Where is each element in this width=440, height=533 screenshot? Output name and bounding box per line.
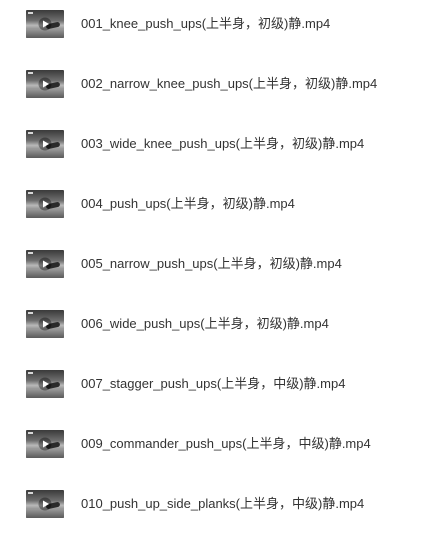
play-icon — [38, 137, 52, 151]
thumbnail-corner-mark — [28, 12, 33, 14]
file-name: 007_stagger_push_ups(上半身，中级)静.mp4 — [81, 376, 346, 391]
play-icon — [38, 197, 52, 211]
thumbnail-corner-mark — [28, 372, 33, 374]
file-row[interactable]: 002_narrow_knee_push_ups(上半身，初级)静.mp4 — [0, 64, 440, 104]
play-icon — [38, 17, 52, 31]
play-icon — [38, 317, 52, 331]
file-row[interactable]: 006_wide_push_ups(上半身，初级)静.mp4 — [0, 304, 440, 344]
file-row[interactable]: 007_stagger_push_ups(上半身，中级)静.mp4 — [0, 364, 440, 404]
thumbnail-corner-mark — [28, 492, 33, 494]
video-thumbnail-icon — [26, 190, 64, 218]
video-thumbnail-icon — [26, 370, 64, 398]
file-row[interactable]: 009_commander_push_ups(上半身，中级)静.mp4 — [0, 424, 440, 464]
file-row[interactable]: 010_push_up_side_planks(上半身，中级)静.mp4 — [0, 484, 440, 524]
file-name: 005_narrow_push_ups(上半身，初级)静.mp4 — [81, 256, 342, 271]
play-icon — [38, 77, 52, 91]
file-row[interactable]: 001_knee_push_ups(上半身，初级)静.mp4 — [0, 4, 440, 44]
play-icon — [38, 377, 52, 391]
thumbnail-corner-mark — [28, 72, 33, 74]
video-thumbnail-icon — [26, 70, 64, 98]
video-thumbnail-icon — [26, 310, 64, 338]
thumbnail-corner-mark — [28, 192, 33, 194]
play-icon — [38, 497, 52, 511]
video-thumbnail-icon — [26, 250, 64, 278]
file-list: 001_knee_push_ups(上半身，初级)静.mp4 002_narro… — [0, 0, 440, 533]
file-name: 003_wide_knee_push_ups(上半身，初级)静.mp4 — [81, 136, 365, 151]
file-name: 006_wide_push_ups(上半身，初级)静.mp4 — [81, 316, 329, 331]
file-name: 001_knee_push_ups(上半身，初级)静.mp4 — [81, 16, 331, 31]
file-row[interactable]: 005_narrow_push_ups(上半身，初级)静.mp4 — [0, 244, 440, 284]
file-name: 004_push_ups(上半身，初级)静.mp4 — [81, 196, 295, 211]
file-name: 002_narrow_knee_push_ups(上半身，初级)静.mp4 — [81, 76, 378, 91]
play-icon — [38, 257, 52, 271]
video-thumbnail-icon — [26, 430, 64, 458]
play-icon — [38, 437, 52, 451]
file-name: 009_commander_push_ups(上半身，中级)静.mp4 — [81, 436, 371, 451]
thumbnail-corner-mark — [28, 132, 33, 134]
thumbnail-corner-mark — [28, 312, 33, 314]
file-name: 010_push_up_side_planks(上半身，中级)静.mp4 — [81, 496, 365, 511]
video-thumbnail-icon — [26, 130, 64, 158]
video-thumbnail-icon — [26, 490, 64, 518]
thumbnail-corner-mark — [28, 252, 33, 254]
file-row[interactable]: 003_wide_knee_push_ups(上半身，初级)静.mp4 — [0, 124, 440, 164]
video-thumbnail-icon — [26, 10, 64, 38]
file-row[interactable]: 004_push_ups(上半身，初级)静.mp4 — [0, 184, 440, 224]
thumbnail-corner-mark — [28, 432, 33, 434]
